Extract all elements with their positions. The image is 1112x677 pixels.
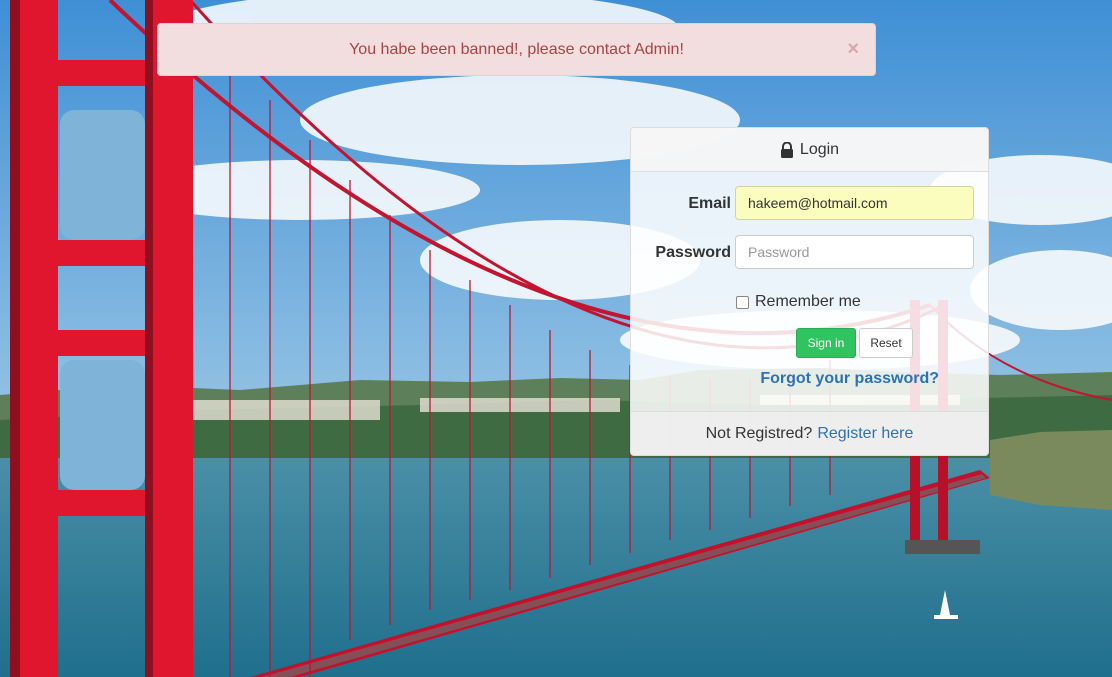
forgot-password-link[interactable]: Forgot your password? — [631, 370, 939, 388]
banned-alert: You habe been banned!, please contact Ad… — [157, 23, 876, 76]
register-link[interactable]: Register here — [817, 425, 913, 443]
alert-close-button[interactable]: × — [847, 39, 859, 59]
remember-me[interactable]: Remember me — [736, 293, 861, 311]
login-panel-footer: Not Registred? Register here — [631, 411, 988, 455]
email-field[interactable] — [735, 186, 974, 220]
alert-message: You habe been banned!, please contact Ad… — [349, 40, 684, 58]
password-label: Password — [655, 244, 731, 261]
remember-me-checkbox[interactable] — [736, 295, 749, 309]
login-panel: Login Email Password Remember me Sign in… — [630, 127, 989, 456]
not-registered-text: Not Registred? — [705, 424, 813, 442]
sign-in-button[interactable]: Sign in — [796, 328, 856, 358]
remember-me-label: Remember me — [755, 293, 861, 310]
reset-button[interactable]: Reset — [859, 328, 913, 358]
lock-icon — [780, 141, 793, 158]
email-label: Email — [688, 195, 731, 212]
password-field[interactable] — [735, 235, 974, 269]
login-panel-heading: Login — [631, 128, 988, 172]
login-title: Login — [799, 140, 840, 158]
